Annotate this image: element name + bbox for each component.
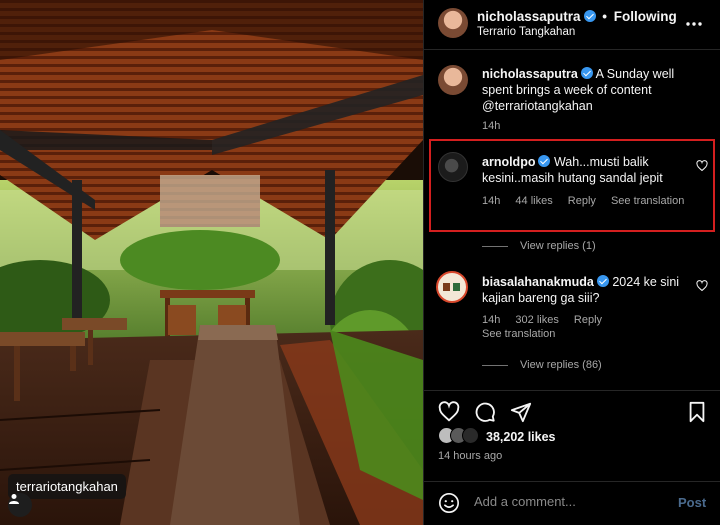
comment-text-block: biasalahanakmuda 2024 ke sini kajian bar… [482, 274, 694, 306]
tagged-users-button[interactable] [8, 493, 32, 517]
post-photo[interactable]: terrariotangkahan [0, 0, 423, 525]
liker-avatar [462, 427, 479, 444]
more-options-button[interactable] [686, 10, 702, 31]
comment-composer: Post [424, 481, 720, 525]
post-comment-button[interactable]: Post [678, 495, 706, 510]
highlight-box [429, 139, 715, 232]
avatar-illustration [443, 283, 460, 291]
comment-item: biasalahanakmuda 2024 ke sini kajian bar… [424, 268, 720, 348]
view-replies-button[interactable]: View replies (86) [482, 359, 602, 371]
comment-translation-row: See translation [482, 328, 567, 340]
post-location[interactable]: Terrario Tangkahan [477, 26, 575, 38]
post-side-panel: nicholassaputra • Following Terrario Tan… [423, 0, 720, 525]
caption-avatar[interactable] [438, 65, 468, 95]
author-line: nicholassaputra • Following [477, 9, 677, 24]
verified-badge-icon [596, 275, 609, 287]
comment-input[interactable] [474, 494, 664, 509]
comment-username[interactable]: biasalahanakmuda [482, 275, 594, 289]
author-username[interactable]: nicholassaputra [477, 9, 581, 24]
bookmark-icon[interactable] [686, 401, 708, 423]
separator-dot: • [602, 9, 608, 24]
post-timestamp: 14 hours ago [438, 450, 503, 462]
verified-badge-icon [580, 67, 593, 79]
liker-avatars [438, 427, 484, 445]
comment-time: 14h [482, 314, 501, 326]
verified-badge-icon [583, 10, 596, 22]
emoji-icon[interactable] [438, 492, 460, 514]
caption-meta: 14h [482, 120, 512, 132]
heart-icon[interactable] [438, 401, 460, 423]
comment-like-icon[interactable] [696, 280, 708, 292]
comment-icon[interactable] [474, 401, 496, 423]
pavilion-photo [0, 0, 423, 525]
more-horizontal-icon [686, 22, 702, 26]
reply-button[interactable]: Reply [574, 314, 602, 326]
share-icon[interactable] [510, 401, 532, 423]
caption-username[interactable]: nicholassaputra [482, 67, 578, 81]
caption-time: 14h [482, 120, 501, 132]
view-replies-button[interactable]: View replies (1) [482, 240, 596, 252]
comment-likes[interactable]: 302 likes [515, 314, 558, 326]
likes-count[interactable]: 38,202 likes [486, 430, 556, 444]
author-avatar[interactable] [438, 8, 468, 38]
caption: nicholassaputra A Sunday well spent brin… [424, 60, 720, 135]
commenter-avatar[interactable] [436, 271, 468, 303]
user-icon [9, 494, 19, 504]
comment-meta: 14h 302 likes Reply [482, 314, 614, 326]
post-actions-bar [424, 390, 720, 428]
see-translation-link[interactable]: See translation [482, 328, 555, 340]
following-button[interactable]: Following [614, 9, 677, 24]
post-header: nicholassaputra • Following Terrario Tan… [424, 0, 720, 50]
caption-text-block: nicholassaputra A Sunday well spent brin… [482, 66, 694, 114]
